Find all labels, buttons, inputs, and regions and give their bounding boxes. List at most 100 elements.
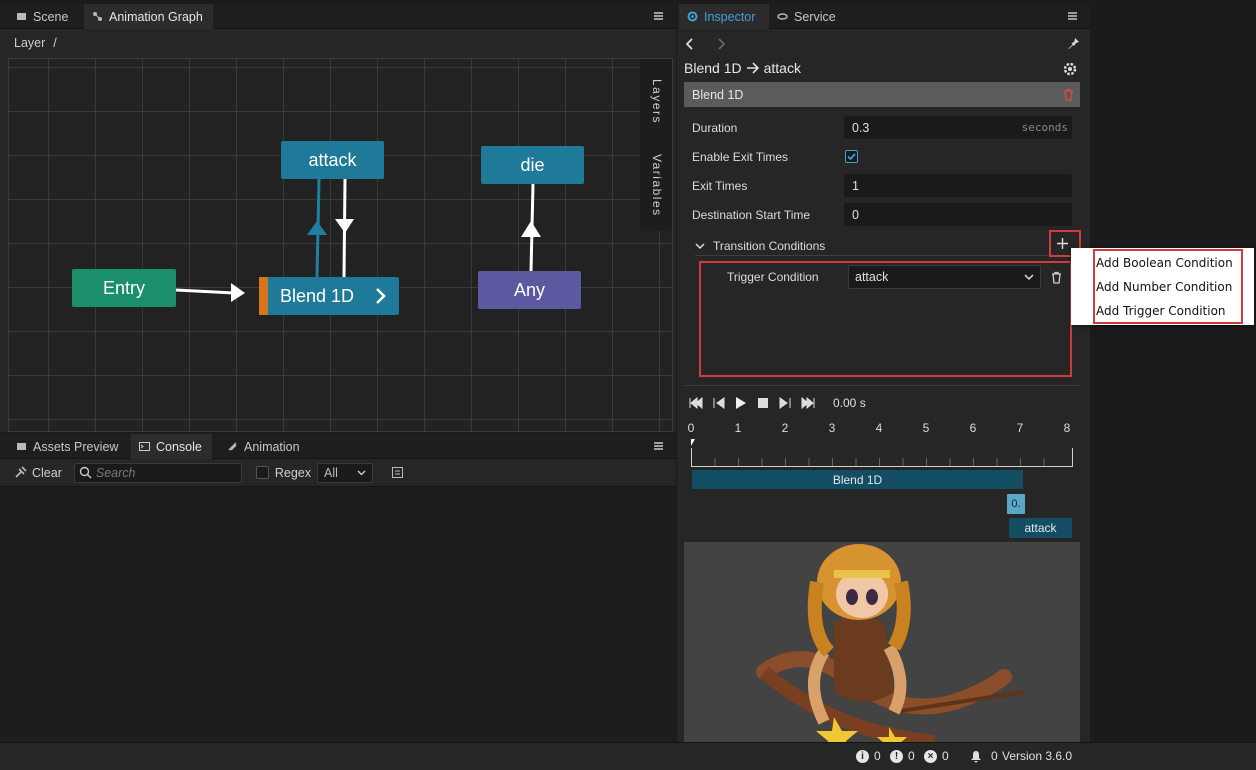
version-text: Version 3.6.0 (1002, 749, 1073, 763)
transition-conditions-header[interactable]: Transition Conditions (695, 236, 1073, 256)
duration-input[interactable]: 0.3 seconds (844, 116, 1072, 139)
add-condition-plus-icon[interactable] (1056, 237, 1069, 250)
tab-label: Animation (244, 439, 300, 454)
state-node-blend1d[interactable]: Blend 1D (259, 277, 399, 315)
delete-condition-trash-icon[interactable] (1051, 271, 1062, 284)
duration-value: 0.3 (852, 120, 870, 135)
back-arrow-icon[interactable] (686, 38, 694, 50)
arrow-right-icon (746, 62, 759, 74)
state-node-any[interactable]: Any (478, 271, 581, 309)
node-label: Entry (102, 277, 145, 298)
transition-lines (175, 178, 541, 302)
checkmark-icon (847, 153, 856, 161)
clear-button[interactable]: Clear (14, 466, 62, 480)
transition-arrow (335, 219, 354, 233)
broom-icon (15, 466, 27, 478)
graph-canvas[interactable]: attack die Entry Blend 1D Any Layers Var… (8, 58, 673, 432)
first-frame-icon[interactable] (689, 397, 703, 409)
preview-controls: 0.00 s (689, 395, 866, 411)
exit-times-input[interactable]: 1 (844, 174, 1072, 197)
warning-count: 0 (908, 749, 915, 763)
error-status[interactable]: × 0 (924, 749, 949, 763)
ruler-tick-label: 0 (687, 421, 695, 435)
transition-title: Blend 1D attack (684, 60, 801, 76)
search-input[interactable]: Search (73, 462, 242, 483)
title-target: attack (763, 60, 801, 76)
regex-label: Regex (274, 465, 312, 480)
exit-times-value: 1 (852, 178, 859, 193)
animation-icon (228, 442, 237, 451)
clear-label: Clear (32, 465, 62, 480)
log-file-icon[interactable] (391, 466, 404, 479)
layer-breadcrumb: Layer / (0, 30, 676, 56)
stop-icon[interactable] (757, 397, 769, 409)
scene-icon (17, 13, 26, 20)
chevron-right-icon[interactable] (375, 287, 387, 305)
selected-marker (259, 277, 268, 315)
notification-count: 0 (991, 749, 998, 763)
track-blend1d[interactable]: Blend 1D (692, 470, 1023, 489)
pin-icon[interactable] (1067, 37, 1080, 50)
image-icon (17, 443, 26, 450)
forward-arrow-icon[interactable] (717, 38, 725, 50)
regex-checkbox[interactable] (255, 466, 269, 479)
duration-unit: seconds (1021, 121, 1068, 134)
panel-menu-icon[interactable] (650, 438, 666, 454)
inspector-tabbar: Inspector Service (677, 4, 1090, 29)
ruler-tick-label: 4 (875, 421, 883, 435)
tab-assets-preview[interactable]: Assets Preview (8, 434, 128, 459)
warning-status[interactable]: ! 0 (890, 749, 915, 763)
enable-exit-times-checkbox[interactable] (845, 150, 858, 163)
next-frame-icon[interactable] (779, 397, 791, 409)
tab-animation[interactable]: Animation (219, 434, 310, 459)
ruler-tick-label: 2 (781, 421, 789, 435)
panel-menu-icon[interactable] (1064, 8, 1080, 24)
chevron-down-icon (695, 242, 705, 249)
tab-console[interactable]: Console (131, 434, 212, 459)
track-attack[interactable]: attack (1009, 518, 1072, 538)
menu-item-add-number-condition[interactable]: Add Number Condition (1096, 280, 1232, 294)
log-level-select[interactable]: All (317, 462, 374, 483)
tab-animation-graph[interactable]: Animation Graph (84, 4, 213, 29)
model-preview[interactable] (684, 542, 1080, 742)
track-label: 0. (1011, 498, 1021, 510)
last-frame-icon[interactable] (801, 397, 815, 409)
node-label: Any (513, 279, 546, 300)
console-panel: Assets Preview Console Animation Clear S… (0, 434, 676, 742)
destination-start-time-input[interactable]: 0 (844, 203, 1072, 226)
side-tab-variables[interactable]: Variables (650, 154, 664, 217)
menu-item-add-trigger-condition[interactable]: Add Trigger Condition (1096, 304, 1226, 318)
timeline-ruler[interactable]: 0 1 2 3 4 5 6 7 8 (687, 421, 1073, 467)
state-node-attack[interactable]: attack (281, 141, 384, 179)
state-node-entry[interactable]: Entry (72, 269, 176, 307)
info-status[interactable]: i 0 (856, 749, 881, 763)
play-icon[interactable] (735, 396, 747, 410)
tab-service[interactable]: Service (769, 4, 846, 29)
section-header-blend1d[interactable]: Blend 1D (684, 82, 1080, 107)
terminal-icon (139, 442, 150, 451)
menu-item-add-boolean-condition[interactable]: Add Boolean Condition (1096, 256, 1233, 270)
panel-menu-icon[interactable] (650, 8, 666, 24)
transition-arrow (307, 221, 327, 235)
log-level-value: All (324, 465, 338, 480)
ruler-tick-label: 6 (969, 421, 977, 435)
tab-scene[interactable]: Scene (8, 4, 78, 29)
inspector-panel: Inspector Service Blend 1D attack Blend … (677, 4, 1090, 742)
animation-graph-panel: Scene Animation Graph Layer / attack die… (0, 4, 676, 432)
node-label: attack (308, 149, 357, 170)
graph-tabbar: Scene Animation Graph (0, 4, 676, 29)
tab-inspector[interactable]: Inspector (679, 4, 770, 29)
notification-status[interactable]: 0 (970, 749, 998, 763)
trash-icon[interactable] (1063, 88, 1074, 101)
side-tab-layers[interactable]: Layers (650, 79, 664, 124)
prev-frame-icon[interactable] (713, 397, 725, 409)
section-title: Blend 1D (692, 87, 744, 102)
state-node-die[interactable]: die (481, 146, 584, 184)
layer-label: Layer (14, 36, 46, 50)
settings-icon[interactable] (1063, 62, 1077, 76)
layer-path[interactable]: / (53, 36, 56, 50)
track-transition[interactable]: 0. (1007, 494, 1025, 514)
trigger-condition-label: Trigger Condition (727, 270, 819, 284)
trigger-condition-select[interactable]: attack (848, 265, 1041, 289)
search-placeholder: Search (95, 465, 136, 480)
